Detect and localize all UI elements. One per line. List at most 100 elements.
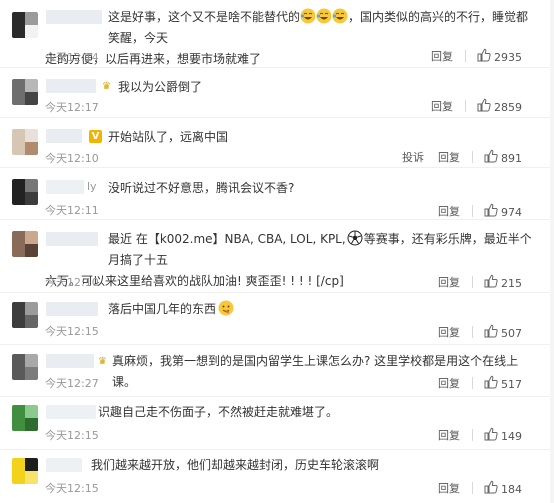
v-badge-icon: V — [89, 130, 102, 143]
comment-item: 这是好事，这个又不是啥不能替代的 ，国内类似的高兴的不行，睡觉都笑醒，今天 走的方便… — [0, 0, 554, 68]
action-divider — [471, 326, 473, 338]
crown-icon: ♛ — [102, 81, 111, 92]
comment-text: 识趣自己走不伤面子，不然被赶走就难堪了。 — [98, 402, 540, 423]
avatar[interactable] — [12, 405, 38, 431]
comment-time: 今天12:15 — [45, 325, 99, 338]
thumbs-up-icon — [484, 149, 498, 163]
like-count: 974 — [501, 205, 522, 219]
crown-icon: ♛ — [98, 356, 107, 367]
reply-button[interactable]: 回复 — [431, 48, 453, 64]
comment-item: ly 没听说过不好意思，腾讯会议不香? 今天12:11 回复 974 — [0, 167, 554, 220]
comment-actions: 回复 517 — [438, 375, 522, 391]
action-divider — [471, 151, 473, 163]
comment-time: 今天12:17 — [45, 101, 99, 114]
username-masked[interactable] — [46, 180, 84, 194]
comment-feed: 这是好事，这个又不是啥不能替代的 ，国内类似的高兴的不行，睡觉都笑醒，今天 走的方便… — [0, 0, 554, 503]
comment-text-part: 开始站队了，远离中国 — [108, 130, 229, 144]
like-count: 507 — [501, 326, 522, 340]
comment-actions: 回复 149 — [438, 427, 522, 443]
like-button[interactable]: 149 — [484, 427, 522, 443]
thumbs-up-icon — [477, 98, 491, 112]
yum-emoji-icon — [218, 300, 234, 316]
comment-actions: 回复 507 — [438, 324, 522, 340]
thumbs-up-icon — [484, 375, 498, 389]
like-button[interactable]: 2859 — [477, 98, 522, 114]
soccer-ball-icon — [347, 230, 363, 246]
reply-button[interactable]: 回复 — [431, 98, 453, 114]
comment-actions: 回复 184 — [438, 480, 522, 496]
like-count: 891 — [501, 151, 522, 165]
action-divider — [464, 50, 466, 62]
reply-button[interactable]: 回复 — [438, 480, 460, 496]
comment-actions: 回复 2859 — [431, 98, 522, 114]
like-button[interactable]: 517 — [484, 375, 522, 391]
thumbs-up-icon — [484, 274, 498, 288]
comment-text-part: 没听说过不好意思，腾讯会议不香? — [108, 181, 295, 195]
comment-text-part: 落后中国几年的东西 — [108, 302, 217, 316]
username-masked[interactable] — [46, 354, 94, 368]
comment-text-part: 我以为公爵倒了 — [118, 80, 203, 94]
comment-item: ♛ 真麻烦，我第一想到的是国内留学生上课怎么办? 这里学校都是用这个在线上课。 … — [0, 344, 554, 397]
thumbs-up-icon — [484, 427, 498, 441]
comment-text-part: 识趣自己走不伤面子，不然被赶走就难堪了。 — [98, 405, 339, 419]
comment-time: 今天12:27 — [45, 377, 99, 390]
comment-item: 落后中国几年的东西 今天12:15 回复 507 — [0, 292, 554, 345]
like-count: 184 — [501, 482, 522, 496]
like-button[interactable]: 891 — [484, 149, 522, 165]
avatar[interactable] — [12, 231, 38, 257]
laughing-emoji-icon — [332, 8, 348, 24]
comment-text-part: 最近 在【k002.me】NBA, CBA, LOL, KPL, — [108, 232, 346, 246]
like-button[interactable]: 974 — [484, 203, 522, 219]
username-masked[interactable] — [46, 79, 96, 93]
action-divider — [471, 205, 473, 217]
scrollbar[interactable] — [550, 0, 554, 503]
username-masked[interactable] — [46, 405, 96, 419]
username-masked[interactable] — [46, 232, 98, 246]
reply-button[interactable]: 回复 — [438, 274, 460, 290]
avatar[interactable] — [12, 458, 38, 484]
avatar[interactable] — [12, 354, 38, 380]
comment-item: V 开始站队了，远离中国 今天12:10 投诉 回复 891 — [0, 117, 554, 168]
username-tail[interactable]: ly — [87, 180, 97, 193]
reply-button[interactable]: 回复 — [438, 375, 460, 391]
avatar[interactable] — [12, 12, 38, 38]
comment-item: 识趣自己走不伤面子，不然被赶走就难堪了。 今天12:15 回复 149 — [0, 396, 554, 450]
like-button[interactable]: 2935 — [477, 48, 522, 64]
like-button[interactable]: 215 — [484, 274, 522, 290]
like-button[interactable]: 184 — [484, 480, 522, 496]
comment-time: 今天12:15 — [45, 482, 99, 495]
comment-text: 我以为公爵倒了 — [118, 77, 540, 98]
reply-button[interactable]: 回复 — [438, 427, 460, 443]
reply-button[interactable]: 回复 — [438, 149, 460, 165]
thumbs-up-icon — [477, 48, 491, 62]
avatar[interactable] — [12, 302, 38, 328]
comment-text: 落后中国几年的东西 — [108, 299, 540, 320]
action-divider — [471, 276, 473, 288]
action-divider — [464, 100, 466, 112]
laughing-emoji-icon — [316, 8, 332, 24]
comment-text-part: 我们越来越开放，他们却越来越封闭，历史车轮滚滚啊 — [91, 458, 380, 472]
comment-text-part: 这是好事，这个又不是啥不能替代的 — [108, 10, 301, 24]
username-masked[interactable] — [46, 129, 82, 143]
like-count: 149 — [501, 429, 522, 443]
like-count: 2935 — [494, 50, 522, 64]
comment-item: 我们越来越开放，他们却越来越封闭，历史车轮滚滚啊 今天12:15 回复 184 — [0, 449, 554, 503]
avatar[interactable] — [12, 179, 38, 205]
comment-time: 今天12:14 — [45, 51, 99, 64]
comment-actions: 投诉 回复 891 — [402, 149, 522, 165]
comment-text: 没听说过不好意思，腾讯会议不香? — [108, 178, 540, 199]
username-masked[interactable] — [46, 458, 82, 472]
report-button[interactable]: 投诉 — [402, 149, 424, 165]
avatar[interactable] — [12, 129, 38, 155]
avatar[interactable] — [12, 79, 38, 105]
username-masked[interactable] — [46, 302, 98, 316]
like-count: 2859 — [494, 100, 522, 114]
reply-button[interactable]: 回复 — [438, 324, 460, 340]
action-divider — [471, 377, 473, 389]
username-masked[interactable] — [46, 10, 102, 24]
like-count: 215 — [501, 276, 522, 290]
thumbs-up-icon — [484, 203, 498, 217]
reply-button[interactable]: 回复 — [438, 203, 460, 219]
like-button[interactable]: 507 — [484, 324, 522, 340]
comment-actions: 回复 974 — [438, 203, 522, 219]
